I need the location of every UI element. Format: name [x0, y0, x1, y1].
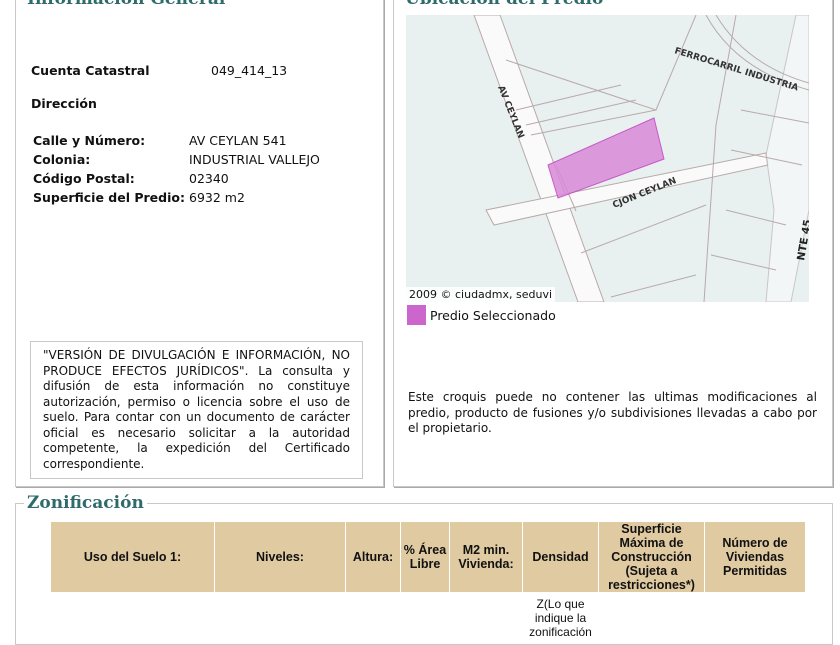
header-niveles: Niveles:	[214, 521, 346, 593]
cell-numero-viviendas	[705, 593, 806, 644]
legal-disclaimer: "VERSIÓN DE DIVULGACIÓN E INFORMACIÓN, N…	[30, 341, 363, 479]
map-drawing: AV CEYLAN FERROCARRIL INDUSTRIA CJON CEY…	[473, 14, 814, 303]
cell-uso-suelo	[51, 593, 215, 644]
cell-area-libre	[401, 593, 450, 644]
general-info-title: Información General	[24, 0, 229, 9]
cp-label: Código Postal:	[33, 171, 135, 186]
cp-value: 02340	[189, 171, 229, 186]
superficie-value: 6932 m2	[189, 190, 245, 205]
cuenta-label: Cuenta Catastral	[31, 63, 150, 78]
cell-niveles	[215, 593, 346, 644]
cell-superficie-maxima	[599, 593, 705, 644]
cell-altura	[346, 593, 401, 644]
header-altura: Altura:	[345, 521, 401, 593]
table-header-row: Uso del Suelo 1: Niveles: Altura: % Área…	[50, 521, 806, 593]
map-credit: 2009 © ciudadmx, seduvi	[406, 287, 556, 302]
cuenta-value: 049_414_13	[211, 63, 288, 78]
map-note: Este croquis puede no contener las ultim…	[408, 390, 817, 435]
calle-value: AV CEYLAN 541	[189, 133, 287, 148]
direccion-label: Dirección	[31, 96, 97, 111]
legend-label: Predio Seleccionado	[430, 308, 556, 323]
table-row: Z(Lo que indique la zonificación	[51, 593, 806, 644]
superficie-label: Superficie del Predio:	[33, 190, 185, 205]
header-numero-viviendas: Número de Viviendas Permitidas	[704, 521, 806, 593]
header-area-libre: % Área Libre	[400, 521, 450, 593]
location-title: Ubicación del Predio	[402, 0, 607, 9]
zoning-table: Uso del Suelo 1: Niveles: Altura: % Área…	[50, 521, 806, 643]
parcel-map[interactable]: AV CEYLAN FERROCARRIL INDUSTRIA CJON CEY…	[406, 14, 814, 303]
legend-swatch	[407, 305, 426, 325]
header-densidad: Densidad	[522, 521, 599, 593]
colonia-value: INDUSTRIAL VALLEJO	[189, 152, 320, 167]
header-uso-suelo: Uso del Suelo 1:	[50, 521, 215, 593]
zoning-title: Zonificación	[24, 493, 147, 513]
header-m2-vivienda: M2 min. Vivienda:	[449, 521, 523, 593]
cell-densidad: Z(Lo que indique la zonificación	[529, 597, 592, 639]
calle-label: Calle y Número:	[33, 133, 146, 148]
cell-m2-vivienda	[450, 593, 523, 644]
colonia-label: Colonia:	[33, 152, 91, 167]
header-superficie-maxima: Superficie Máxima de Construcción (Sujet…	[598, 521, 705, 593]
